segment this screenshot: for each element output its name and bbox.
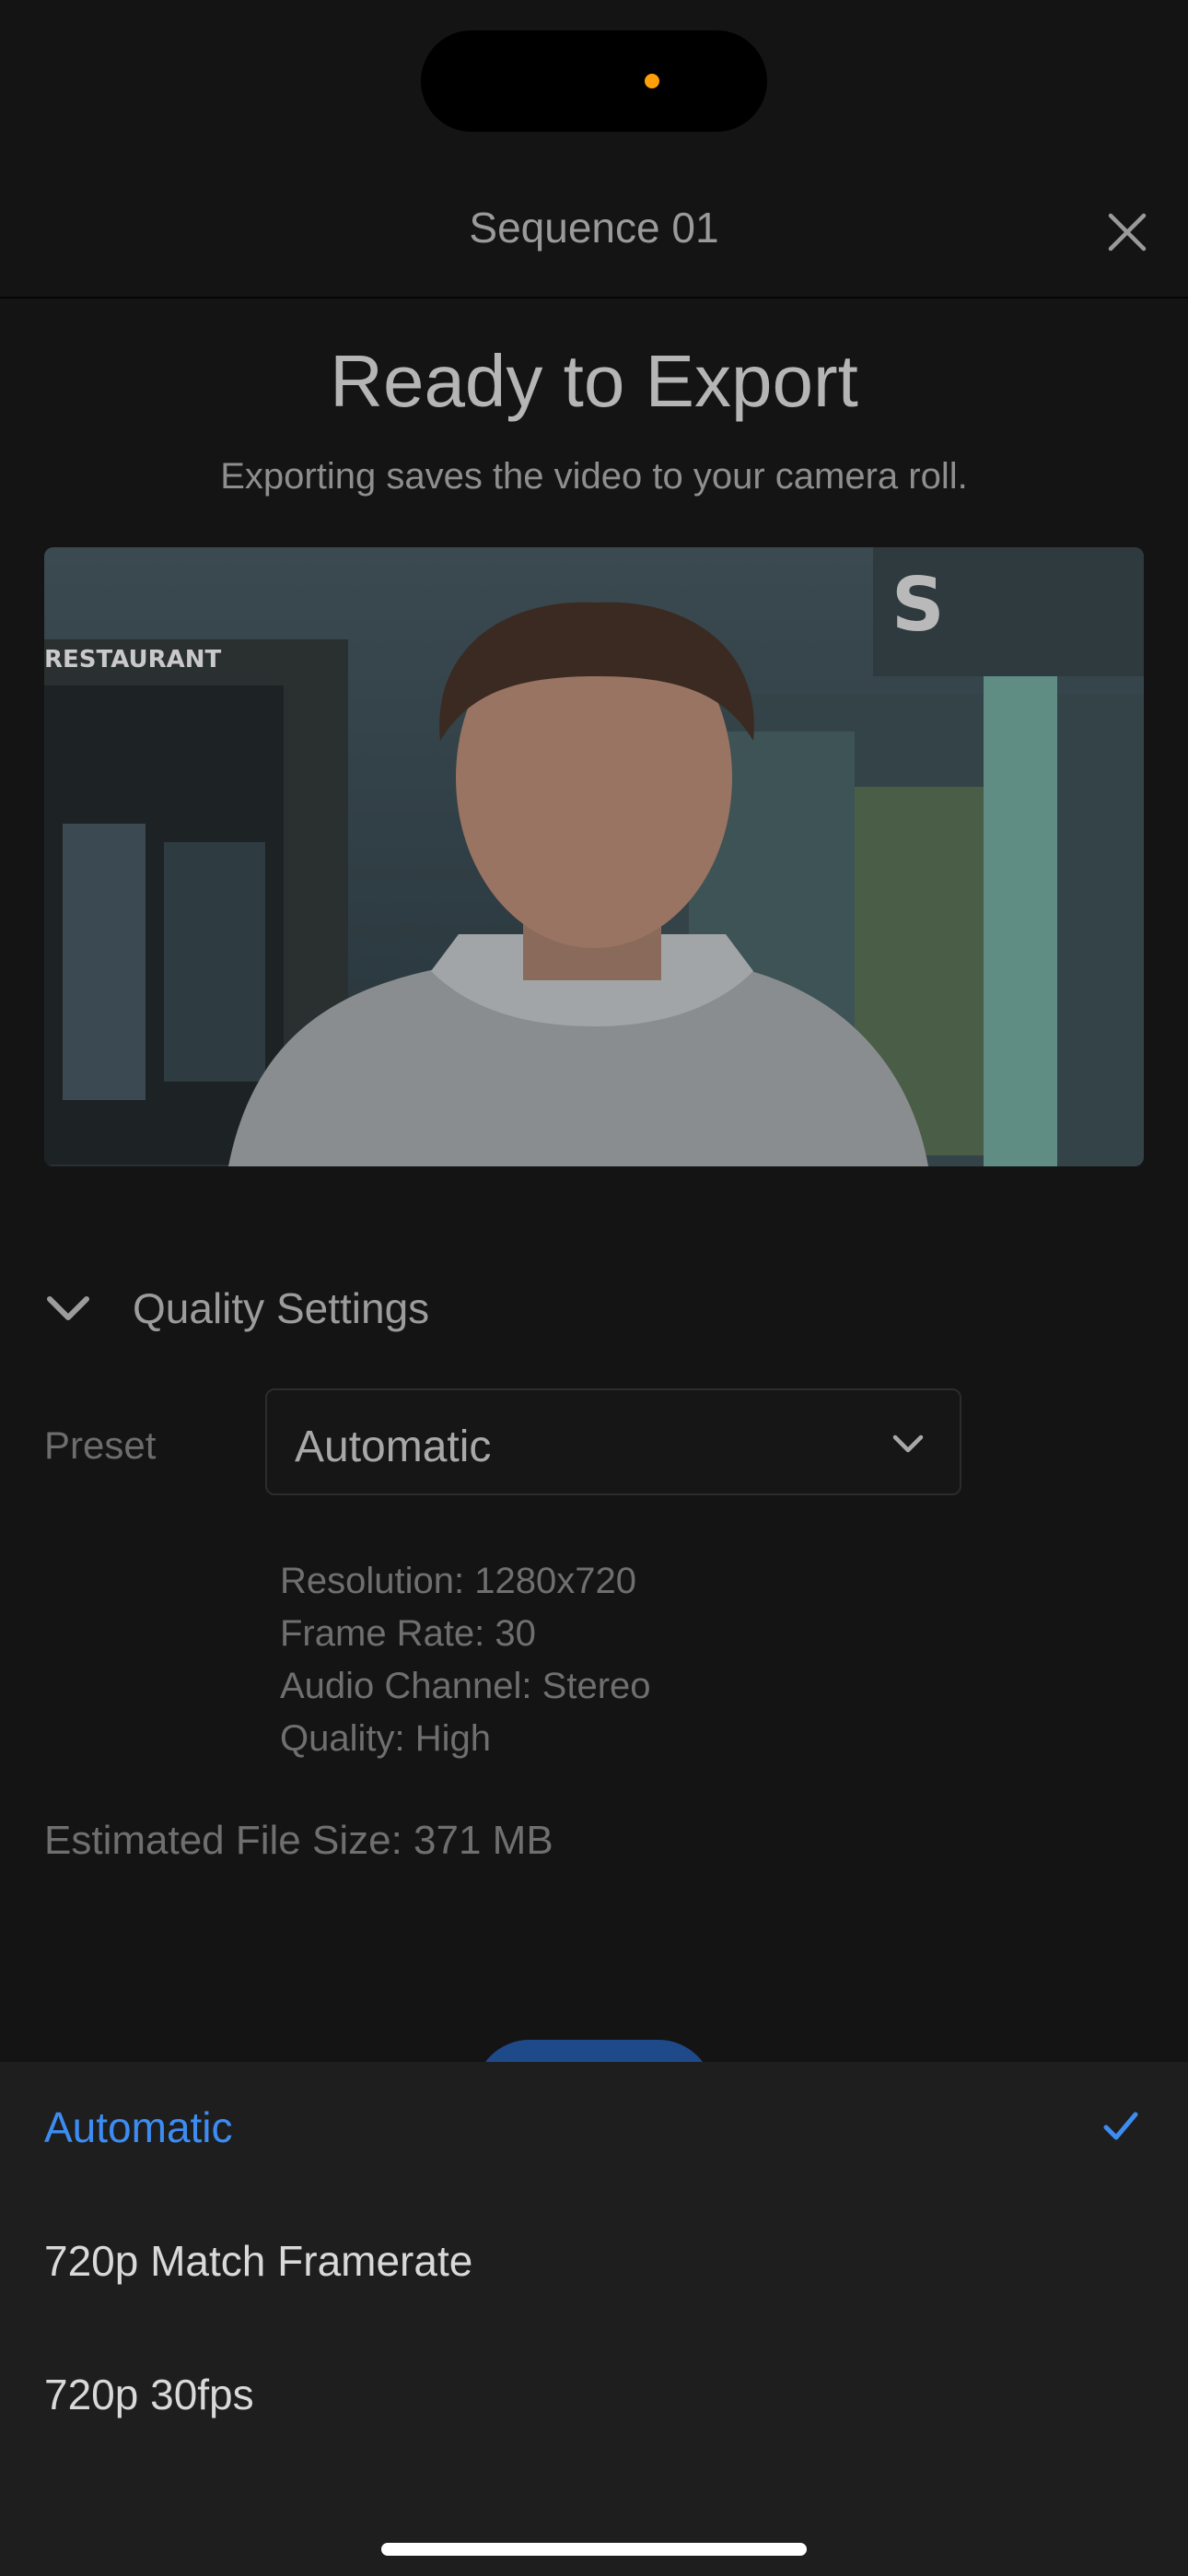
quality-settings-toggle[interactable]: Quality Settings xyxy=(44,1271,597,1345)
audio-channel-text: Audio Channel: Stereo xyxy=(280,1666,651,1706)
option-720p-30fps[interactable]: 720p 30fps xyxy=(0,2329,1188,2458)
estimated-file-size: Estimated File Size: 371 MB xyxy=(44,1818,553,1863)
close-button[interactable] xyxy=(1096,201,1159,263)
home-indicator[interactable] xyxy=(381,2543,807,2556)
option-720p-match-framerate[interactable]: 720p Match Framerate xyxy=(0,2195,1188,2324)
restaurant-sign-text: RESTAURANT xyxy=(44,646,222,673)
sequence-title: Sequence 01 xyxy=(469,204,719,252)
checkmark-icon xyxy=(1103,2112,1138,2140)
dynamic-island xyxy=(421,30,767,132)
chevron-down-icon xyxy=(44,1284,92,1332)
quality-text: Quality: High xyxy=(280,1718,491,1759)
close-icon xyxy=(1108,213,1147,252)
resolution-text: Resolution: 1280x720 xyxy=(280,1561,636,1601)
quality-settings-label: Quality Settings xyxy=(133,1284,430,1332)
page-title: Ready to Export xyxy=(330,340,858,422)
option-automatic[interactable]: Automatic xyxy=(0,2062,1188,2191)
preset-label: Preset xyxy=(44,1423,157,1467)
privacy-indicator-dot xyxy=(645,74,659,88)
building-logo-letter: S xyxy=(891,562,945,648)
preset-options-sheet: Automatic 720p Match Framerate 720p 30fp… xyxy=(0,2062,1188,2576)
page-subtitle: Exporting saves the video to your camera… xyxy=(220,456,968,497)
preset-specs: Resolution: 1280x720 Frame Rate: 30 Audi… xyxy=(280,1555,651,1765)
option-label: 720p Match Framerate xyxy=(44,2237,473,2285)
preset-dropdown[interactable]: Automatic xyxy=(265,1388,961,1495)
frame-rate-text: Frame Rate: 30 xyxy=(280,1613,536,1654)
preset-selected-value: Automatic xyxy=(295,1423,492,1471)
chevron-down-icon xyxy=(892,1434,924,1453)
option-label: 720p 30fps xyxy=(44,2371,254,2418)
video-preview[interactable]: RESTAURANT S xyxy=(44,547,1144,1166)
option-label: Automatic xyxy=(44,2103,233,2151)
header: Sequence 01 xyxy=(0,166,1188,299)
